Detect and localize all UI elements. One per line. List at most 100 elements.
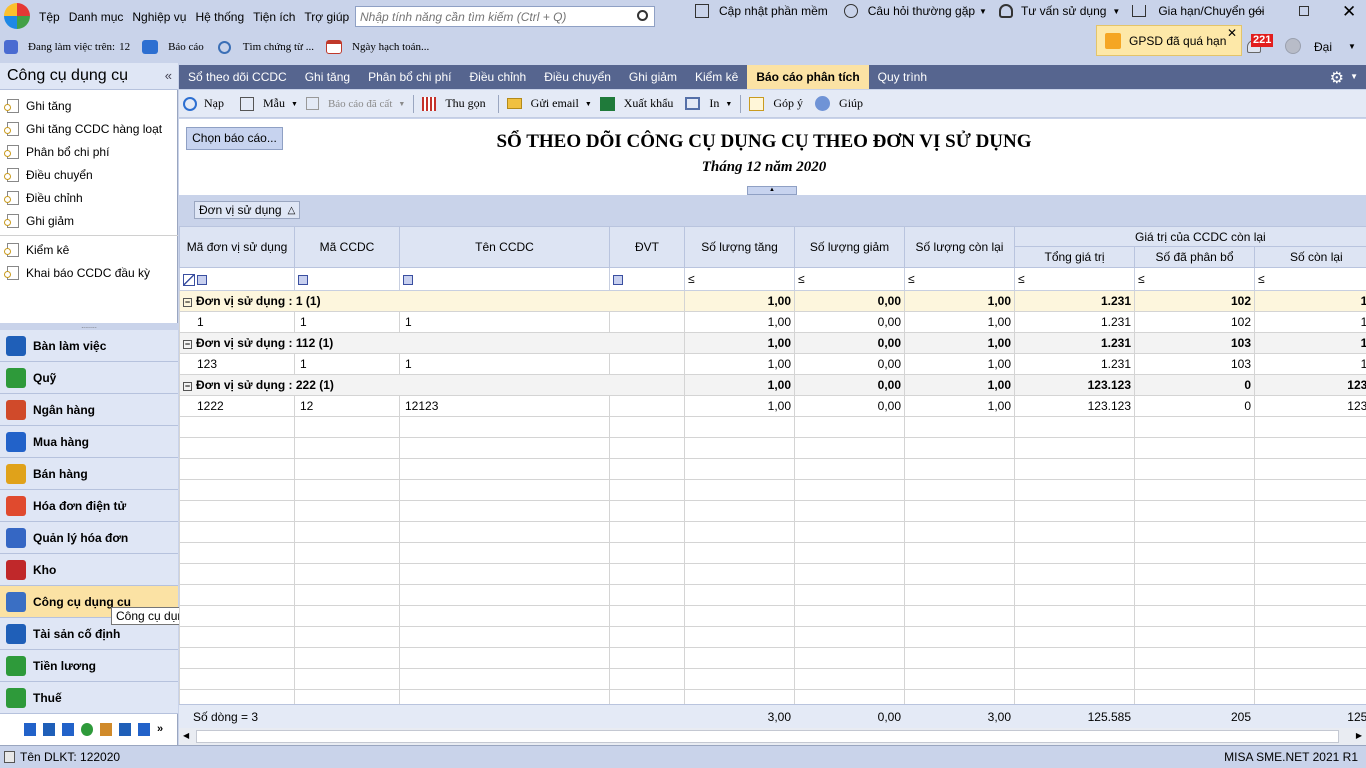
calculator-icon[interactable] (24, 722, 36, 736)
chevron-down-icon[interactable]: ▼ (725, 100, 732, 108)
group-by-chip[interactable]: Đơn vị sử dụng △ (194, 201, 301, 219)
tab-bao-cao-phan-tich[interactable]: Báo cáo phân tích (747, 65, 869, 89)
chevron-down-icon[interactable]: ▼ (398, 100, 405, 108)
chevron-down-icon[interactable]: ▼ (979, 7, 987, 16)
more-chevron-icon[interactable]: » (157, 723, 163, 735)
menu-item[interactable]: Nghiệp vụ (132, 10, 186, 24)
export-button[interactable]: Xuất khẩu (599, 96, 673, 111)
menu-item[interactable]: Tiện ích (253, 10, 295, 24)
table-row[interactable]: 1222 12 12123 1,00 0,00 1,00 123.123 0 1… (179, 395, 1366, 417)
collapse-group-icon[interactable]: − (183, 382, 192, 391)
col-so-con-lai[interactable]: Số còn lại (1254, 246, 1366, 268)
scroll-right-icon[interactable]: ▶ (1356, 731, 1362, 740)
module-quy[interactable]: Quỹ (0, 362, 178, 394)
col-sl-tang[interactable]: Số lượng tăng (684, 226, 795, 268)
tab-so-theo-doi[interactable]: Sổ theo dõi CCDC (179, 65, 296, 89)
function-item-phan-bo[interactable]: Phân bổ chi phí (0, 140, 178, 163)
filter-cell[interactable]: ≤ (1014, 267, 1135, 291)
module-hoa-don-dien-tu[interactable]: Hóa đơn điện tử (0, 490, 178, 522)
less-equal-icon[interactable]: ≤ (798, 272, 805, 286)
col-so-da-phan-bo[interactable]: Số đã phân bổ (1134, 246, 1255, 268)
collapse-group-icon[interactable]: − (183, 298, 192, 307)
col-sl-con-lai[interactable]: Số lượng còn lại (904, 226, 1015, 268)
filter-cell[interactable]: ≤ (1134, 267, 1255, 291)
users-icon[interactable] (100, 722, 112, 736)
load-button[interactable]: Nạp (183, 96, 224, 111)
license-notice[interactable]: GPSD đã quá hạn ✕ (1096, 25, 1242, 56)
less-equal-icon[interactable]: ≤ (1258, 272, 1265, 286)
tab-dieu-chinh[interactable]: Điều chỉnh (461, 65, 536, 89)
function-item-ghi-giam[interactable]: Ghi giảm (0, 209, 178, 232)
filter-cell[interactable]: ≤ (794, 267, 905, 291)
user-name[interactable]: Đại (1314, 40, 1332, 54)
menu-item[interactable]: Hệ thống (195, 10, 244, 24)
avatar[interactable] (1285, 38, 1301, 54)
menu-item[interactable]: Danh mục (69, 10, 124, 24)
feature-search-box[interactable] (355, 6, 655, 27)
module-quan-ly-hoa-don[interactable]: Quản lý hóa đơn (0, 522, 178, 554)
filter-checkbox-icon[interactable] (403, 274, 413, 285)
filter-cell[interactable]: ≤ (684, 267, 795, 291)
col-ma-don-vi[interactable]: Mã đơn vị sử dụng (179, 226, 295, 268)
template-button[interactable]: Mẫu ▼ (240, 96, 298, 111)
filter-cell[interactable]: ≤ (1254, 267, 1366, 291)
col-sl-giam[interactable]: Số lượng giảm (794, 226, 905, 268)
less-equal-icon[interactable]: ≤ (908, 272, 915, 286)
table-row[interactable]: 123 1 1 1,00 0,00 1,00 1.231 103 1.12 (179, 353, 1366, 375)
function-item-ghi-tang-hang-loat[interactable]: Ghi tăng CCDC hàng loạt (0, 117, 178, 140)
tab-ghi-giam[interactable]: Ghi giảm (620, 65, 686, 89)
sort-asc-icon[interactable]: △ (288, 205, 296, 216)
working-value[interactable]: 12 (119, 41, 130, 53)
help-button[interactable]: Giúp (815, 96, 863, 111)
tab-quy-trinh[interactable]: Quy trình (869, 65, 936, 89)
less-equal-icon[interactable]: ≤ (1018, 272, 1025, 286)
collapse-button[interactable]: Thu gọn (422, 96, 486, 111)
renew-link[interactable]: Gia hạn/Chuyển gói (1158, 4, 1264, 18)
posting-date-link[interactable]: Ngày hạch toán... (352, 41, 429, 53)
print-button[interactable]: In ▼ (685, 96, 732, 111)
update-link[interactable]: Cập nhật phần mềm (719, 4, 828, 18)
collapse-panel-icon[interactable]: « (165, 68, 172, 83)
group-row[interactable]: − Đơn vị sử dụng : 112 (1) 1,00 0,00 1,00… (179, 332, 1366, 354)
filter-checkbox-icon[interactable] (298, 274, 308, 285)
feature-search-input[interactable] (356, 7, 626, 26)
col-tong-gia-tri[interactable]: Tổng giá trị (1014, 246, 1135, 268)
money-bag-icon[interactable] (81, 722, 93, 736)
report-link[interactable]: Báo cáo (168, 41, 204, 53)
filter-cell[interactable] (294, 267, 400, 291)
tab-phan-bo[interactable]: Phân bổ chi phí (359, 65, 460, 89)
collapse-group-icon[interactable]: − (183, 340, 192, 349)
filter-checkbox-icon[interactable] (613, 274, 623, 285)
function-item-khai-bao[interactable]: Khai báo CCDC đầu kỳ (0, 261, 178, 284)
less-equal-icon[interactable]: ≤ (688, 272, 695, 286)
filter-clear-icon[interactable] (183, 273, 195, 286)
chevron-down-icon[interactable]: ▼ (1112, 7, 1120, 16)
scroll-left-icon[interactable]: ◀ (183, 731, 189, 740)
chevron-down-icon[interactable]: ▼ (1348, 42, 1356, 51)
module-ban-lam-viec[interactable]: Bàn làm việc (0, 330, 178, 362)
close-window-button[interactable]: ✕ (1342, 2, 1356, 22)
module-mua-hang[interactable]: Mua hàng (0, 426, 178, 458)
module-kho[interactable]: Kho (0, 554, 178, 586)
function-item-dieu-chuyen[interactable]: Điều chuyển (0, 163, 178, 186)
group-row[interactable]: − Đơn vị sử dụng : 1 (1) 1,00 0,00 1,00 1… (179, 290, 1366, 312)
email-button[interactable]: Gửi email ▼ (506, 96, 592, 111)
table-row[interactable]: 1 1 1 1,00 0,00 1,00 1.231 102 1.12 (179, 311, 1366, 333)
tab-ghi-tang[interactable]: Ghi tăng (296, 65, 359, 89)
module-ban-hang[interactable]: Bán hàng (0, 458, 178, 490)
module-thue[interactable]: Thuế (0, 682, 178, 714)
gear-icon[interactable]: ⚙ (1330, 68, 1344, 88)
filter-cell[interactable] (179, 267, 295, 291)
car-small-icon[interactable] (119, 722, 131, 736)
filter-cell[interactable] (399, 267, 610, 291)
filter-checkbox-icon[interactable] (197, 274, 207, 285)
tab-kiem-ke[interactable]: Kiểm kê (686, 65, 747, 89)
faq-link[interactable]: Câu hỏi thường gặp (868, 4, 975, 18)
filter-cell[interactable] (609, 267, 685, 291)
saved-report-button[interactable]: Báo cáo đã cất ▼ (305, 97, 405, 110)
checkbox-icon[interactable] (138, 722, 150, 736)
chevron-down-icon[interactable]: ▼ (1350, 72, 1358, 81)
function-item-kiem-ke[interactable]: Kiểm kê (0, 238, 178, 261)
menu-item[interactable]: Trợ giúp (304, 10, 349, 24)
find-voucher-link[interactable]: Tìm chứng từ ... (243, 41, 314, 53)
